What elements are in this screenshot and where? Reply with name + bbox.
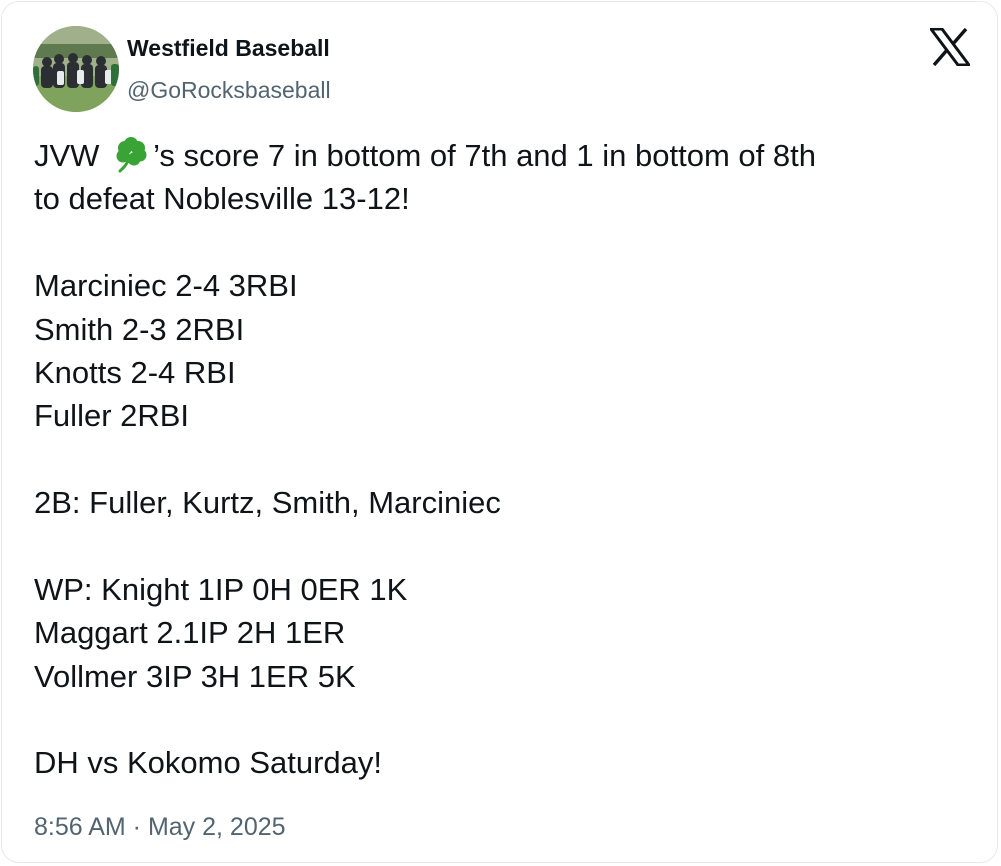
pitching-line: Vollmer 3IP 3H 1ER 5K — [34, 658, 356, 694]
batting-line: Marciniec 2-4 3RBI — [34, 268, 298, 304]
display-name[interactable]: Westfield Baseball — [127, 33, 330, 63]
doubles-line: 2B: Fuller, Kurtz, Smith, Marciniec — [34, 485, 501, 521]
tweet-line: to defeat Noblesville 13-12! — [34, 181, 410, 217]
x-logo-icon[interactable] — [928, 27, 972, 67]
team-photo-avatar — [33, 26, 119, 112]
batting-line: Fuller 2RBI — [34, 398, 190, 434]
tweet-line-suffix: ’s score 7 in bottom of 7th and 1 in bot… — [153, 138, 816, 173]
pitching-line: Maggart 2.1IP 2H 1ER — [34, 615, 346, 651]
user-handle[interactable]: @GoRocksbaseball — [127, 75, 331, 105]
tweet-card[interactable]: Westfield Baseball @GoRocksbaseball JVW — [1, 1, 998, 863]
tweet-line: JVW ’s score 7 in bottom of 7th and 1 in… — [34, 134, 974, 177]
timestamp-link[interactable]: 8:56 AM · May 2, 2025 — [34, 811, 286, 843]
closing-line: DH vs Kokomo Saturday! — [34, 745, 383, 781]
avatar[interactable] — [33, 26, 119, 112]
shamrock-icon — [112, 137, 152, 173]
batting-line: Knotts 2-4 RBI — [34, 354, 236, 390]
batting-line: Smith 2-3 2RBI — [34, 311, 245, 347]
tweet-body: JVW ’s score 7 in bottom of 7th and 1 in… — [34, 134, 974, 785]
pitching-line: WP: Knight 1IP 0H 0ER 1K — [34, 571, 408, 607]
tweet-line-prefix: JVW — [34, 138, 109, 173]
